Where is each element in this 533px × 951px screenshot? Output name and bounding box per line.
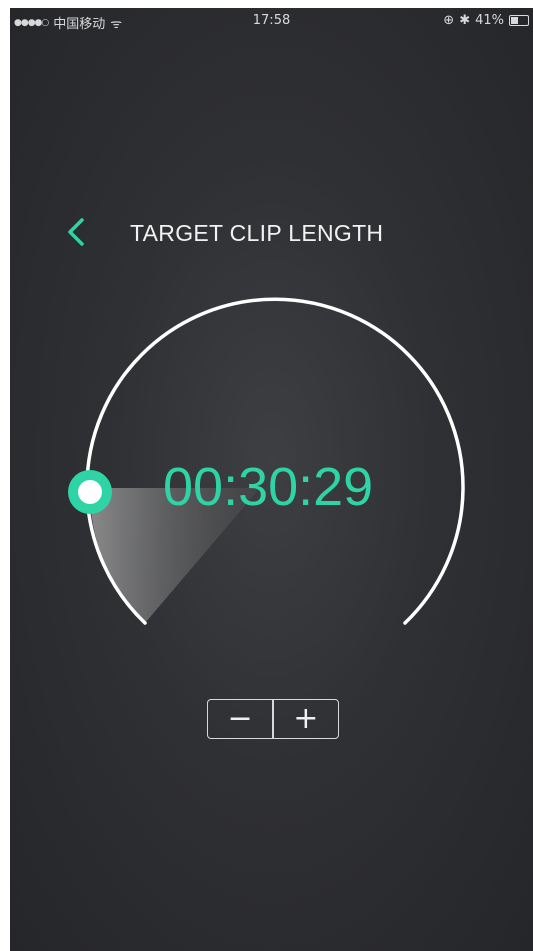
screen: ●●●●○ 中国移动 ᯤ 17:58 ⊕ ✱ 41% TARGET CLIP L… [10, 8, 533, 951]
back-button[interactable] [54, 214, 94, 250]
increment-button[interactable]: + [274, 700, 338, 738]
battery-icon [509, 15, 529, 26]
status-right: ⊕ ✱ 41% [443, 13, 529, 28]
duration-stepper: − + [207, 699, 339, 739]
page-title: TARGET CLIP LENGTH [130, 220, 384, 246]
status-bar: ●●●●○ 中国移动 ᯤ 17:58 ⊕ ✱ 41% [10, 8, 533, 34]
timer-value: 00:30:29 [163, 457, 374, 517]
bluetooth-icon: ✱ [459, 13, 471, 28]
chevron-left-icon [68, 218, 84, 246]
battery-percent: 41% [475, 13, 504, 28]
slider-handle[interactable] [68, 470, 112, 514]
decrement-button[interactable]: − [208, 700, 272, 738]
orientation-lock-icon: ⊕ [443, 13, 455, 28]
header: TARGET CLIP LENGTH [10, 208, 533, 258]
